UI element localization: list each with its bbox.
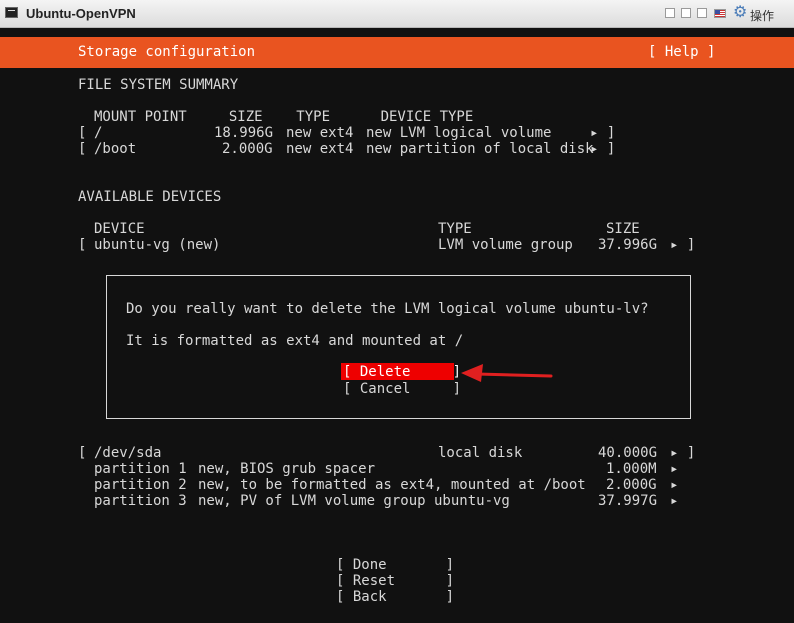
device-type: LVM volume group — [438, 237, 573, 253]
row-bracket: [ — [78, 445, 87, 461]
partition-name: partition 1 — [94, 461, 187, 477]
device-name: /dev/sda — [94, 445, 162, 461]
done-button[interactable]: [ Done ] — [336, 557, 454, 573]
page-title: Storage configuration — [78, 44, 256, 60]
fs-summary-title: FILE SYSTEM SUMMARY — [78, 77, 239, 93]
partition-size: 1.000M — [606, 461, 657, 477]
restore-icon[interactable] — [681, 8, 691, 18]
partition-size: 37.997G — [598, 493, 658, 509]
installer-header: Storage configuration [ Help ] — [0, 37, 794, 68]
partition-name: partition 2 — [94, 477, 187, 493]
column-size: SIZE — [606, 221, 640, 237]
fs-type: new ext4 — [286, 125, 354, 141]
delete-button-label: [ Delete ] — [343, 364, 462, 380]
size: 2.000G — [222, 141, 273, 157]
device-size: 40.000G — [598, 445, 658, 461]
partition-desc: new, to be formatted as ext4, mounted at… — [198, 477, 586, 493]
available-devices-title: AVAILABLE DEVICES — [78, 189, 222, 205]
dialog-info: It is formatted as ext4 and mounted at / — [126, 333, 464, 349]
row-menu-arrow[interactable]: ▸ ] — [670, 237, 695, 253]
device-type: local disk — [438, 445, 523, 461]
device-size: 37.996G — [598, 237, 658, 253]
partition-name: partition 3 — [94, 493, 187, 509]
row-bracket: [ — [78, 141, 87, 157]
partition-desc: new, BIOS grub spacer — [198, 461, 376, 477]
row-bracket: [ — [78, 125, 87, 141]
terminal-screen: Storage configuration [ Help ] FILE SYST… — [0, 28, 794, 623]
row-menu-arrow[interactable]: ▸ ] — [590, 125, 615, 141]
maximize-icon[interactable] — [697, 8, 707, 18]
row-bracket: [ — [78, 237, 87, 253]
size: 18.996G — [214, 125, 274, 141]
operations-menu[interactable]: 操作 — [750, 7, 774, 24]
help-button[interactable]: [ Help ] — [648, 44, 715, 60]
partition-desc: new, PV of LVM volume group ubuntu-vg — [198, 493, 510, 509]
fs-type: new ext4 — [286, 141, 354, 157]
window-titlebar: Ubuntu-OpenVPN ⚙ 操作 — [0, 0, 794, 28]
back-button[interactable]: [ Back ] — [336, 589, 454, 605]
mount-point: / — [94, 125, 103, 141]
device-name: ubuntu-vg (new) — [94, 237, 221, 253]
row-menu-arrow[interactable]: ▸ — [670, 477, 678, 493]
cancel-button[interactable]: [ Cancel ] — [343, 381, 461, 397]
row-menu-arrow[interactable]: ▸ ] — [590, 141, 615, 157]
partition-size: 2.000G — [606, 477, 657, 493]
minimize-icon[interactable] — [665, 8, 675, 18]
device-type: new partition of local disk — [366, 141, 594, 157]
gear-icon[interactable]: ⚙ — [733, 4, 747, 22]
row-menu-arrow[interactable]: ▸ ] — [670, 445, 695, 461]
delete-button[interactable]: [ Delete ] — [341, 363, 461, 380]
language-flag-icon[interactable] — [714, 9, 726, 18]
row-menu-arrow[interactable]: ▸ — [670, 461, 678, 477]
fs-summary-column-headers: MOUNT POINT SIZE TYPE DEVICE TYPE — [94, 109, 474, 125]
device-type: new LVM logical volume — [366, 125, 552, 141]
column-device: DEVICE — [94, 221, 145, 237]
window-title: Ubuntu-OpenVPN — [26, 6, 136, 21]
reset-button[interactable]: [ Reset ] — [336, 573, 454, 589]
terminal-app-icon — [5, 7, 18, 18]
column-type: TYPE — [438, 221, 472, 237]
row-menu-arrow[interactable]: ▸ — [670, 493, 678, 509]
mount-point: /boot — [94, 141, 137, 157]
annotation-arrow-icon — [461, 364, 553, 382]
dialog-question: Do you really want to delete the LVM log… — [126, 301, 649, 317]
